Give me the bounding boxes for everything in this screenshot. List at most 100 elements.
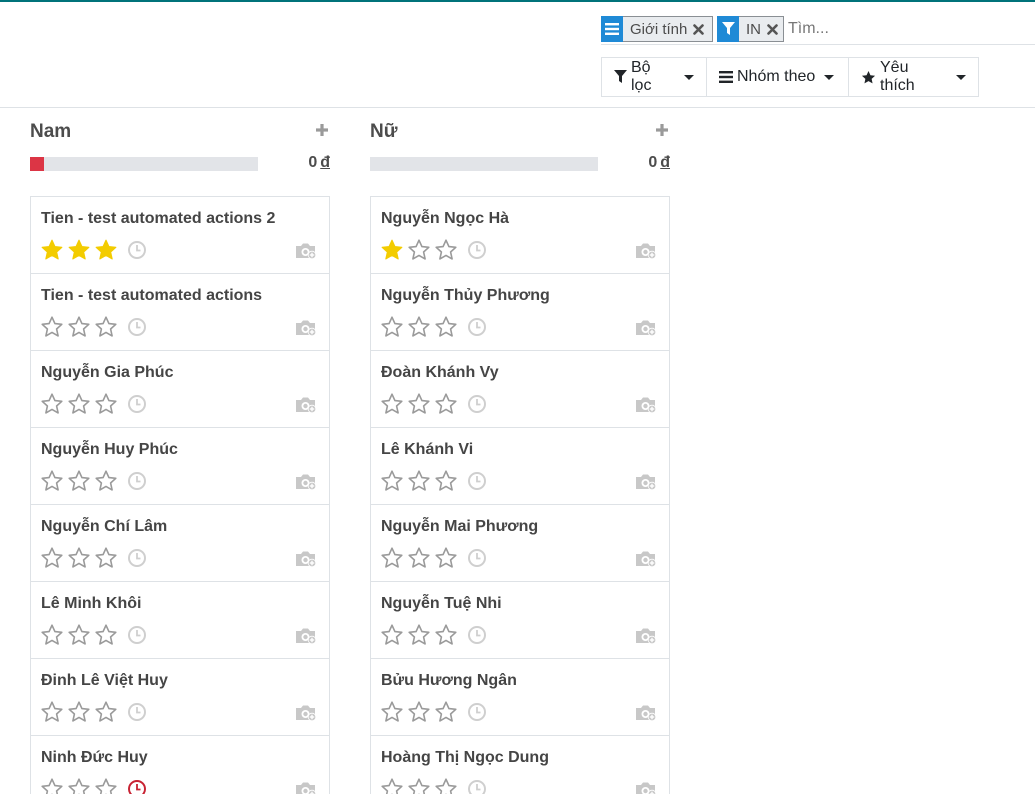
activity-clock-icon[interactable]	[127, 625, 147, 645]
star-icon[interactable]	[40, 315, 64, 339]
star-icon[interactable]	[434, 546, 458, 570]
kanban-card[interactable]: Tien - test automated actions	[31, 274, 329, 351]
star-icon[interactable]	[67, 469, 91, 493]
star-icon[interactable]	[40, 700, 64, 724]
star-icon[interactable]	[407, 623, 431, 647]
avatar-camera-icon[interactable]	[295, 319, 317, 337]
remove-facet-icon[interactable]	[765, 23, 779, 35]
avatar-camera-icon[interactable]	[635, 550, 657, 568]
star-icon[interactable]	[407, 700, 431, 724]
star-icon[interactable]	[380, 238, 404, 262]
star-icon[interactable]	[380, 392, 404, 416]
column-progress-bar[interactable]	[370, 157, 598, 171]
avatar-camera-icon[interactable]	[295, 473, 317, 491]
activity-clock-icon[interactable]	[467, 394, 487, 414]
star-icon[interactable]	[67, 238, 91, 262]
star-icon[interactable]	[67, 623, 91, 647]
avatar-camera-icon[interactable]	[635, 704, 657, 722]
activity-clock-icon[interactable]	[127, 240, 147, 260]
column-progress-bar[interactable]	[30, 157, 258, 171]
avatar-camera-icon[interactable]	[295, 396, 317, 414]
star-icon[interactable]	[380, 623, 404, 647]
kanban-card[interactable]: Nguyễn Mai Phương	[371, 505, 669, 582]
star-icon[interactable]	[434, 315, 458, 339]
star-icon[interactable]	[407, 392, 431, 416]
activity-clock-icon[interactable]	[127, 702, 147, 722]
kanban-card[interactable]: Nguyễn Gia Phúc	[31, 351, 329, 428]
avatar-camera-icon[interactable]	[635, 396, 657, 414]
star-icon[interactable]	[380, 700, 404, 724]
kanban-card[interactable]: Ninh Đức Huy	[31, 736, 329, 794]
avatar-camera-icon[interactable]	[635, 781, 657, 794]
kanban-card[interactable]: Lê Khánh Vi	[371, 428, 669, 505]
activity-clock-icon[interactable]	[467, 779, 487, 794]
star-icon[interactable]	[407, 777, 431, 794]
quick-create-plus-icon[interactable]	[314, 122, 330, 138]
avatar-camera-icon[interactable]	[635, 627, 657, 645]
star-icon[interactable]	[434, 700, 458, 724]
star-icon[interactable]	[40, 392, 64, 416]
activity-clock-icon[interactable]	[127, 317, 147, 337]
avatar-camera-icon[interactable]	[635, 242, 657, 260]
search-input[interactable]	[788, 17, 1028, 41]
star-icon[interactable]	[434, 238, 458, 262]
activity-clock-icon[interactable]	[127, 394, 147, 414]
kanban-card[interactable]: Nguyễn Tuệ Nhi	[371, 582, 669, 659]
star-icon[interactable]	[67, 546, 91, 570]
star-icon[interactable]	[380, 315, 404, 339]
star-icon[interactable]	[407, 469, 431, 493]
activity-clock-icon[interactable]	[467, 471, 487, 491]
star-icon[interactable]	[40, 469, 64, 493]
star-icon[interactable]	[380, 469, 404, 493]
avatar-camera-icon[interactable]	[635, 473, 657, 491]
star-icon[interactable]	[67, 700, 91, 724]
star-icon[interactable]	[94, 238, 118, 262]
star-icon[interactable]	[94, 700, 118, 724]
kanban-card[interactable]: Nguyễn Huy Phúc	[31, 428, 329, 505]
star-icon[interactable]	[434, 469, 458, 493]
kanban-card[interactable]: Tien - test automated actions 2	[31, 197, 329, 274]
star-icon[interactable]	[40, 777, 64, 794]
activity-clock-icon[interactable]	[127, 779, 147, 794]
avatar-camera-icon[interactable]	[295, 627, 317, 645]
star-icon[interactable]	[94, 623, 118, 647]
star-icon[interactable]	[67, 315, 91, 339]
quick-create-plus-icon[interactable]	[654, 122, 670, 138]
star-icon[interactable]	[40, 623, 64, 647]
star-icon[interactable]	[94, 469, 118, 493]
star-icon[interactable]	[434, 623, 458, 647]
star-icon[interactable]	[434, 392, 458, 416]
activity-clock-icon[interactable]	[467, 240, 487, 260]
kanban-card[interactable]: Hoàng Thị Ngọc Dung	[371, 736, 669, 794]
kanban-card[interactable]: Nguyễn Chí Lâm	[31, 505, 329, 582]
avatar-camera-icon[interactable]	[295, 242, 317, 260]
activity-clock-icon[interactable]	[127, 548, 147, 568]
kanban-card[interactable]: Lê Minh Khôi	[31, 582, 329, 659]
avatar-camera-icon[interactable]	[295, 550, 317, 568]
star-icon[interactable]	[40, 238, 64, 262]
activity-clock-icon[interactable]	[467, 548, 487, 568]
remove-facet-icon[interactable]	[691, 23, 705, 35]
activity-clock-icon[interactable]	[467, 702, 487, 722]
activity-clock-icon[interactable]	[467, 625, 487, 645]
kanban-card[interactable]: Bửu Hương Ngân	[371, 659, 669, 736]
star-icon[interactable]	[94, 546, 118, 570]
avatar-camera-icon[interactable]	[635, 319, 657, 337]
favorites-button[interactable]: Yêu thích	[848, 57, 979, 97]
star-icon[interactable]	[67, 392, 91, 416]
star-icon[interactable]	[40, 546, 64, 570]
star-icon[interactable]	[94, 777, 118, 794]
avatar-camera-icon[interactable]	[295, 704, 317, 722]
kanban-card[interactable]: Đinh Lê Việt Huy	[31, 659, 329, 736]
kanban-card[interactable]: Nguyễn Ngọc Hà	[371, 197, 669, 274]
activity-clock-icon[interactable]	[127, 471, 147, 491]
kanban-card[interactable]: Nguyễn Thủy Phương	[371, 274, 669, 351]
star-icon[interactable]	[407, 546, 431, 570]
star-icon[interactable]	[94, 392, 118, 416]
group-by-button[interactable]: Nhóm theo	[706, 57, 849, 97]
star-icon[interactable]	[407, 315, 431, 339]
avatar-camera-icon[interactable]	[295, 781, 317, 794]
activity-clock-icon[interactable]	[467, 317, 487, 337]
star-icon[interactable]	[434, 777, 458, 794]
star-icon[interactable]	[67, 777, 91, 794]
